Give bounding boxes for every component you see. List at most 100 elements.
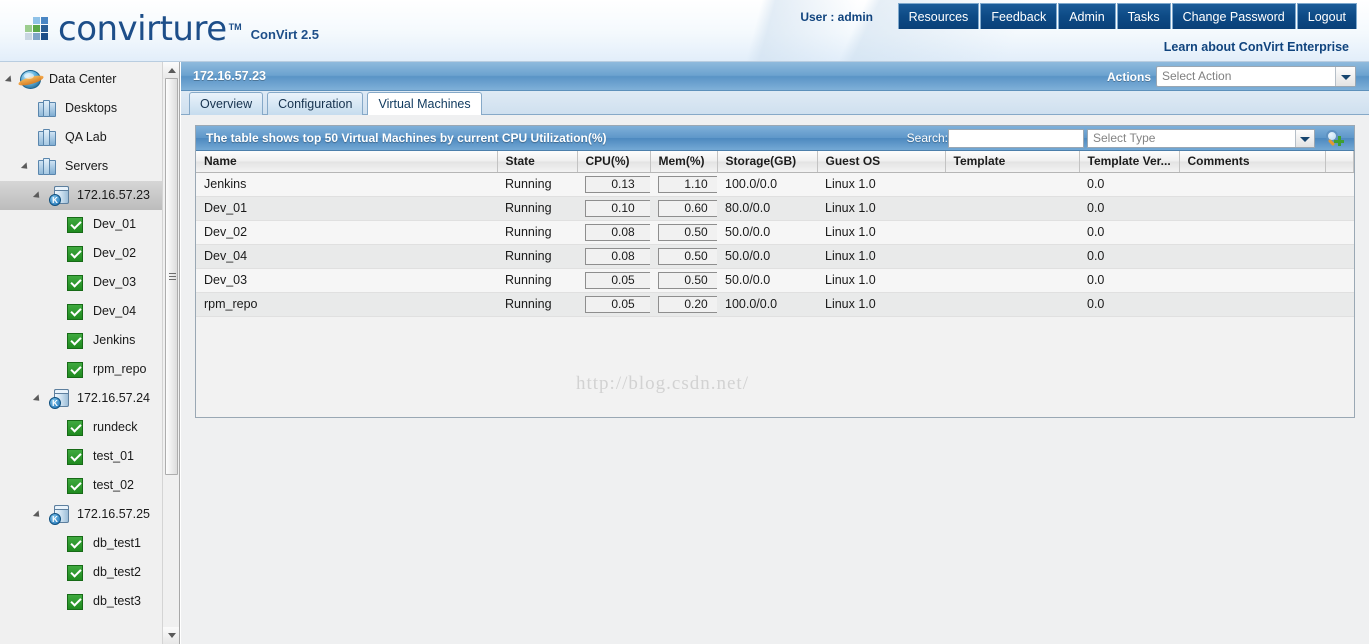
select-action-value: Select Action [1162,69,1232,83]
brand-logo[interactable]: convirture TM ConVirt 2.5 [25,12,319,46]
page-header: 172.16.57.23 Actions Select Action [181,62,1369,91]
vm-table-header-row: Name State CPU(%) Mem(%) Storage(GB) Gue… [196,151,1354,173]
cell-comments [1179,244,1325,269]
col-mem[interactable]: Mem(%) [650,151,718,173]
tab-content-virtual-machines: The table shows top 50 Virtual Machines … [181,115,1369,644]
tree-item-rundeck[interactable]: rundeck [0,413,179,442]
col-comments[interactable]: Comments [1179,151,1326,173]
cell-mem-value: 0.50 [658,247,717,265]
search-input[interactable] [948,129,1084,148]
chevron-down-icon[interactable] [1295,130,1314,147]
search-label: Search: [906,131,948,145]
tree-item-data-center[interactable]: Data Center [0,65,179,94]
nav-tasks[interactable]: Tasks [1116,3,1171,29]
tree-item-dev-01[interactable]: Dev_01 [0,210,179,239]
table-row[interactable]: Dev_01 Running 0.10 0.60 80.0/0.0 Linux 1.0 0.… [196,196,1354,221]
scroll-down-arrow-icon[interactable] [163,627,179,644]
tree-expand-toggle-icon[interactable] [34,393,45,404]
vm-running-icon [63,330,87,352]
tree-item-label: test_01 [93,449,135,463]
tree-item-172-16-57-24[interactable]: K 172.16.57.24 [0,384,179,413]
tree-item-label: Dev_02 [93,246,137,260]
tree-item-db-test3[interactable]: db_test3 [0,587,179,616]
vm-running-icon [63,272,87,294]
table-row[interactable]: rpm_repo Running 0.05 0.20 100.0/0.0 Linux 1.… [196,292,1354,317]
col-template[interactable]: Template [945,151,1080,173]
tree-item-test-02[interactable]: test_02 [0,471,179,500]
tree-item-label: rundeck [93,420,138,434]
cell-template-ver: 0.0 [1079,220,1179,245]
tree-item-dev-03[interactable]: Dev_03 [0,268,179,297]
tree-twisty-spacer [50,451,61,462]
cell-name: Jenkins [196,172,497,197]
tree-expand-toggle-icon[interactable] [34,509,45,520]
vm-running-icon [63,446,87,468]
cell-template-ver: 0.0 [1079,196,1179,221]
cell-comments [1179,292,1325,317]
nav-logout[interactable]: Logout [1296,3,1357,29]
cell-mem: 0.60 [650,196,717,221]
learn-about-enterprise-link[interactable]: Learn about ConVirt Enterprise [1164,40,1349,54]
group-icon [35,127,59,149]
cell-template [945,244,1079,269]
tree-item-db-test1[interactable]: db_test1 [0,529,179,558]
select-action-dropdown[interactable]: Select Action [1156,66,1356,87]
host-icon: K [47,504,71,526]
nav-admin[interactable]: Admin [1058,3,1116,29]
tree-item-172-16-57-25[interactable]: K 172.16.57.25 [0,500,179,529]
tree-item-test-01[interactable]: test_01 [0,442,179,471]
cell-storage: 50.0/0.0 [717,244,817,269]
cell-guest-os: Linux 1.0 [817,244,945,269]
col-cpu[interactable]: CPU(%) [577,151,651,173]
vm-running-icon [63,359,87,381]
table-row[interactable]: Dev_03 Running 0.05 0.50 50.0/0.0 Linux 1.0 0.… [196,268,1354,293]
nav-resources[interactable]: Resources [897,3,980,29]
vm-grid-caption: The table shows top 50 Virtual Machines … [206,131,607,145]
tree-item-172-16-57-23[interactable]: K 172.16.57.23 [0,181,179,210]
table-row[interactable]: Dev_04 Running 0.08 0.50 50.0/0.0 Linux 1.0 0.… [196,244,1354,269]
tree-item-jenkins[interactable]: Jenkins [0,326,179,355]
col-state[interactable]: State [497,151,578,173]
tree-item-db-test2[interactable]: db_test2 [0,558,179,587]
tree-item-desktops[interactable]: Desktops [0,94,179,123]
search-type-dropdown[interactable]: Select Type [1087,129,1315,148]
cell-cpu-value: 0.05 [585,271,650,289]
table-row[interactable]: Jenkins Running 0.13 1.10 100.0/0.0 Linux 1.0… [196,172,1354,197]
tree-scrollbar-thumb[interactable] [165,78,178,475]
tree-item-label: db_test1 [93,536,141,550]
nav-change-password[interactable]: Change Password [1171,3,1296,29]
col-name[interactable]: Name [196,151,498,173]
resource-tree[interactable]: Data Center Desktops QA Lab Servers K 172.16.… [0,62,179,616]
chevron-down-icon[interactable] [1335,67,1355,86]
cell-name: Dev_02 [196,220,497,245]
tree-item-qa-lab[interactable]: QA Lab [0,123,179,152]
col-guest-os[interactable]: Guest OS [817,151,946,173]
table-row[interactable]: Dev_02 Running 0.08 0.50 50.0/0.0 Linux 1.0 0.… [196,220,1354,245]
tree-item-servers[interactable]: Servers [0,152,179,181]
search-add-icon[interactable] [1326,130,1344,148]
tab-configuration[interactable]: Configuration [267,92,364,115]
vm-table: Name State CPU(%) Mem(%) Storage(GB) Gue… [196,151,1354,317]
cell-state: Running [497,244,577,269]
scroll-up-arrow-icon[interactable] [163,62,179,79]
tab-virtual-machines[interactable]: Virtual Machines [367,92,482,116]
cell-template-ver: 0.0 [1079,244,1179,269]
tree-item-dev-04[interactable]: Dev_04 [0,297,179,326]
tab-overview[interactable]: Overview [189,92,264,115]
tree-item-rpm-repo[interactable]: rpm_repo [0,355,179,384]
nav-feedback[interactable]: Feedback [980,3,1058,29]
cell-comments [1179,172,1325,197]
tree-expand-toggle-icon[interactable] [22,161,33,172]
cell-template [945,172,1079,197]
tree-expand-toggle-icon[interactable] [34,190,45,201]
tree-item-label: db_test2 [93,565,141,579]
vm-grid-header: The table shows top 50 Virtual Machines … [196,126,1354,151]
cell-state: Running [497,196,577,221]
tree-item-dev-02[interactable]: Dev_02 [0,239,179,268]
tree-twisty-spacer [50,277,61,288]
tree-scrollbar[interactable] [162,62,179,644]
cell-spacer [1325,244,1354,269]
col-storage[interactable]: Storage(GB) [717,151,818,173]
tree-expand-toggle-icon[interactable] [6,74,17,85]
col-template-ver[interactable]: Template Ver... [1079,151,1180,173]
